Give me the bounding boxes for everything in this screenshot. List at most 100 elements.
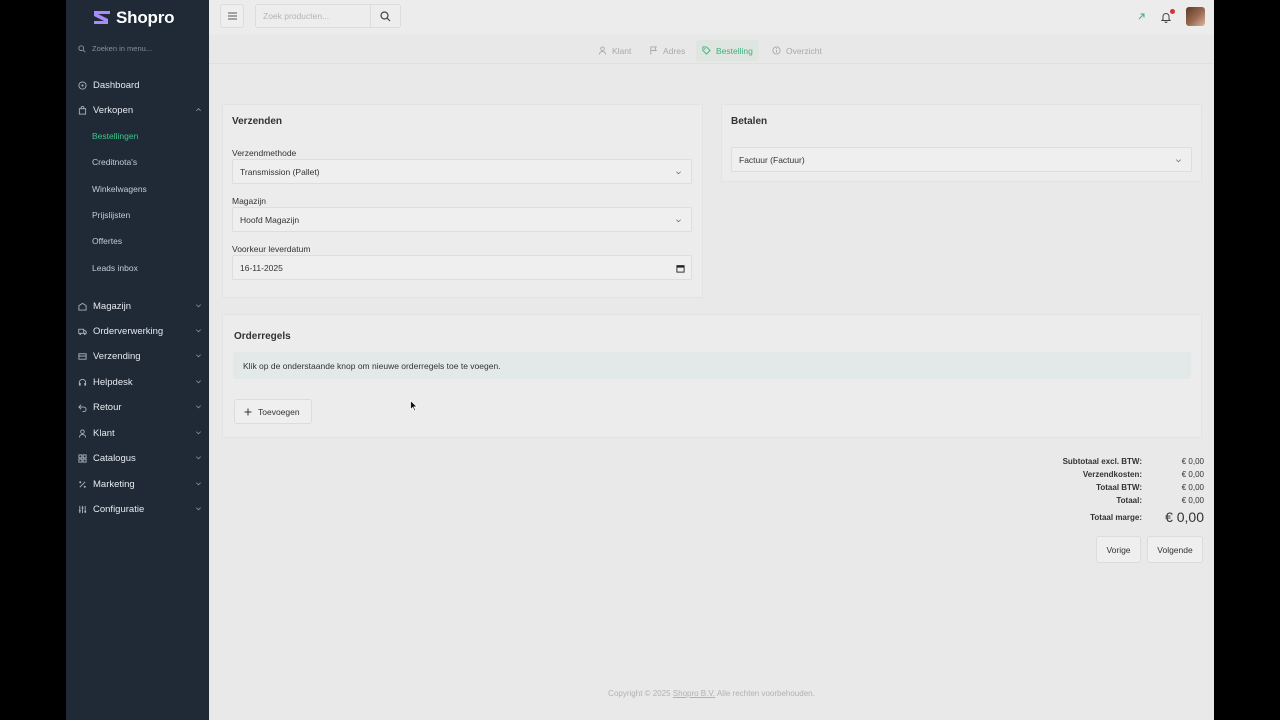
next-button[interactable]: Volgende [1147, 536, 1203, 563]
sidebar-subitem-offertes[interactable]: Offertes [92, 236, 122, 246]
product-search-input[interactable] [256, 5, 368, 27]
step-adres[interactable]: Adres [643, 40, 691, 61]
mouse-cursor-icon [410, 400, 418, 412]
previous-button[interactable]: Vorige [1096, 536, 1141, 563]
total-value: € 0,00 [1181, 496, 1204, 505]
margin-label: Totaal marge: [1090, 512, 1142, 522]
catalog-icon [78, 453, 87, 463]
user-icon [598, 46, 607, 55]
shipping-method-value: Transmission (Pallet) [240, 166, 320, 177]
orderlines-title: Orderregels [234, 331, 291, 342]
truck-icon [78, 328, 87, 335]
shipping-cost-value: € 0,00 [1181, 470, 1204, 479]
step-overzicht[interactable]: Overzicht [766, 40, 828, 61]
shipping-icon [78, 352, 87, 360]
sidebar-item-klant[interactable]: Klant [78, 424, 202, 442]
shopping-bag-icon [78, 105, 87, 115]
step-bestelling[interactable]: Bestelling [696, 40, 759, 61]
payment-title: Betalen [731, 116, 768, 127]
shipping-card: Verzenden Verzendmethode Transmission (P… [222, 104, 703, 298]
chevron-down-icon [196, 482, 201, 486]
orderlines-info: Klik op de onderstaande knop om nieuwe o… [233, 352, 1191, 379]
sidebar-item-dashboard[interactable]: Dashboard [78, 76, 202, 94]
vat-label: Totaal BTW: [1096, 483, 1142, 492]
chevron-down-icon [676, 219, 681, 223]
sidebar-subitem-leads-inbox[interactable]: Leads inbox [92, 263, 138, 273]
calendar-icon[interactable] [676, 264, 685, 273]
menu-search[interactable]: Zoeken in menu... [78, 44, 152, 53]
headset-icon [78, 378, 87, 386]
notifications-button[interactable] [1160, 8, 1175, 23]
delivery-date-input[interactable]: 16-11-2025 [232, 255, 692, 280]
totals-row: Totaal BTW: € 0,00 [1063, 481, 1204, 494]
chevron-down-icon [676, 171, 681, 175]
search-icon [380, 10, 391, 21]
warehouse-select[interactable]: Hoofd Magazijn [232, 207, 692, 232]
add-orderline-button[interactable]: Toevoegen [234, 399, 312, 424]
sidebar-item-retour[interactable]: Retour [78, 398, 202, 416]
menu-search-placeholder: Zoeken in menu... [92, 44, 153, 53]
sidebar-item-label: Marketing [93, 478, 135, 490]
chevron-down-icon [196, 304, 201, 308]
sidebar-item-helpdesk[interactable]: Helpdesk [78, 373, 202, 391]
sidebar-item-marketing[interactable]: Marketing [78, 475, 202, 493]
product-search [255, 4, 401, 28]
brand-name: Shopro [116, 8, 175, 27]
logo[interactable]: Shopro [92, 8, 174, 28]
step-label: Bestelling [716, 45, 753, 56]
chevron-down-icon [196, 507, 201, 511]
payment-method-select[interactable]: Factuur (Factuur) [731, 147, 1192, 172]
info-icon [772, 46, 781, 55]
sidebar-item-label: Configuratie [93, 503, 145, 515]
order-totals: Subtotaal excl. BTW: € 0,00 Verzendkoste… [1063, 455, 1204, 527]
warehouse-icon [78, 302, 87, 311]
payment-card: Betalen Factuur (Factuur) [721, 104, 1202, 182]
menu-toggle-button[interactable] [220, 4, 244, 28]
delivery-date-label: Voorkeur leverdatum [232, 244, 311, 254]
sidebar-item-label: Orderverwerking [93, 325, 164, 337]
subtotal-value: € 0,00 [1181, 457, 1204, 466]
vat-value: € 0,00 [1181, 483, 1204, 492]
shipping-cost-label: Verzendkosten: [1082, 470, 1142, 479]
sidebar-item-orderverwerking[interactable]: Orderverwerking [78, 322, 202, 340]
sidebar-subitem-prijslijsten[interactable]: Prijslijsten [92, 210, 130, 220]
footer-rights: Alle rechten voorbehouden. [715, 689, 815, 698]
sidebar-item-label: Klant [93, 427, 115, 439]
topbar-actions [1137, 7, 1205, 26]
sidebar-item-configuratie[interactable]: Configuratie [78, 500, 202, 518]
sidebar-item-verkopen[interactable]: Verkopen [78, 101, 202, 119]
footer: Copyright © 2025 Shopro B.V. Alle rechte… [209, 689, 1214, 698]
step-label: Klant [612, 45, 632, 56]
add-orderline-label: Toevoegen [258, 406, 300, 417]
sidebar-subitem-bestellingen[interactable]: Bestellingen [92, 131, 138, 141]
sidebar-subitem-winkelwagens[interactable]: Winkelwagens [92, 184, 147, 194]
tag-icon [702, 46, 711, 55]
external-link-icon[interactable] [1137, 12, 1146, 21]
search-button[interactable] [370, 5, 400, 27]
chevron-down-icon [196, 456, 201, 460]
delivery-date-value: 16-11-2025 [240, 262, 283, 273]
sidebar-item-magazijn[interactable]: Magazijn [78, 297, 202, 315]
warehouse-label: Magazijn [232, 196, 267, 206]
footer-company-link[interactable]: Shopro B.V. [673, 689, 715, 698]
shipping-title: Verzenden [232, 116, 283, 127]
sidebar-item-label: Magazijn [93, 300, 132, 312]
shipping-method-label: Verzendmethode [232, 148, 297, 158]
avatar[interactable] [1186, 7, 1205, 26]
chevron-down-icon [1176, 159, 1181, 163]
totals-row: Verzendkosten: € 0,00 [1063, 468, 1204, 481]
step-klant[interactable]: Klant [592, 40, 637, 61]
shipping-method-select[interactable]: Transmission (Pallet) [232, 159, 692, 184]
sidebar-subitem-creditnotas[interactable]: Creditnota's [92, 157, 137, 167]
sidebar-item-catalogus[interactable]: Catalogus [78, 449, 202, 467]
settings-icon [78, 505, 87, 513]
sidebar-item-verzending[interactable]: Verzending [78, 347, 202, 365]
percent-icon [79, 480, 86, 488]
sidebar-item-label: Retour [93, 401, 122, 413]
topbar [209, 0, 1214, 34]
margin-value: € 0,00 [1165, 509, 1204, 525]
totals-row: Totaal: € 0,00 [1063, 494, 1204, 507]
sidebar: Shopro Zoeken in menu... Dashboard Verko… [66, 0, 209, 720]
flag-icon [650, 46, 657, 55]
chevron-up-icon [196, 108, 201, 112]
